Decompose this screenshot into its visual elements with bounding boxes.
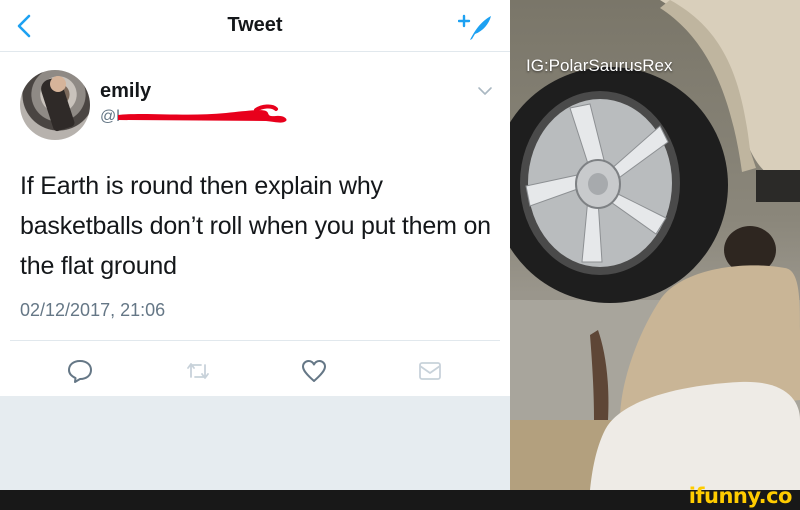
page-title: Tweet — [227, 14, 283, 36]
compose-feather-icon[interactable] — [458, 12, 494, 42]
redaction-scribble — [118, 104, 287, 123]
avatar[interactable] — [20, 70, 90, 140]
tweet-panel: Tweet emily @l If Earth is round then ex… — [0, 0, 510, 490]
retweet-icon[interactable] — [184, 358, 212, 384]
divider — [10, 340, 500, 341]
bottom-bar — [0, 490, 800, 510]
like-icon[interactable] — [300, 358, 328, 384]
avatar-head — [50, 76, 66, 92]
nav-bar: Tweet — [0, 0, 510, 52]
tweet-timestamp: 02/12/2017, 21:06 — [20, 300, 166, 320]
tweet-card: Tweet emily @l If Earth is round then ex… — [0, 0, 510, 396]
tweet-text: If Earth is round then explain why baske… — [20, 172, 491, 280]
watermark: IG:PolarSaurusRex — [526, 56, 673, 75]
reply-icon[interactable] — [66, 358, 94, 384]
brand-logo: ifunny.co — [688, 484, 793, 508]
meme-photo: IG:PolarSaurusRex — [510, 0, 800, 490]
direct-message-icon[interactable] — [416, 358, 444, 384]
chevron-down-icon[interactable] — [476, 84, 494, 98]
author-name[interactable]: emily — [100, 80, 151, 103]
